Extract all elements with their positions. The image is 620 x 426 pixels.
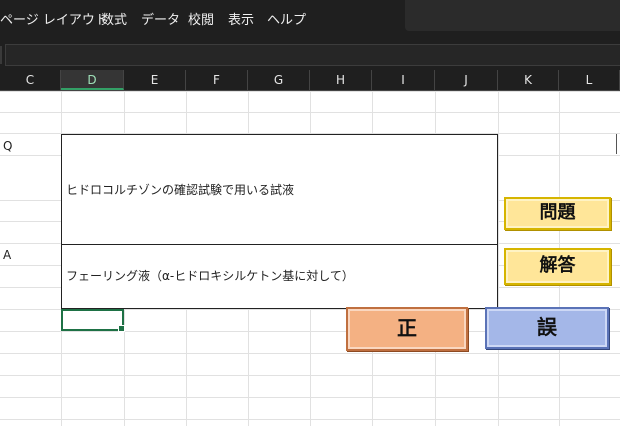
menu-formulas[interactable]: 数式 xyxy=(101,13,127,29)
cell-c-q-label: Q xyxy=(3,139,13,153)
column-header-l[interactable]: L xyxy=(559,70,620,90)
column-header-c[interactable]: C xyxy=(0,70,61,90)
question-text: ヒドロコルチゾンの確認試験で用いる試液 xyxy=(66,183,295,197)
column-header-g[interactable]: G xyxy=(248,70,310,90)
answer-text: フェーリング液（α-ヒドロキシルケトン基に対して） xyxy=(66,269,354,283)
column-header-i[interactable]: I xyxy=(372,70,435,90)
question-button[interactable]: 問題 xyxy=(504,197,611,230)
menu-page-layout[interactable]: ページ レイアウト xyxy=(0,13,108,29)
correct-button[interactable]: 正 xyxy=(346,307,468,351)
column-header-d[interactable]: D xyxy=(61,70,124,90)
column-header-e[interactable]: E xyxy=(124,70,186,90)
cell-c-a-label: A xyxy=(3,248,12,262)
column-header-f[interactable]: F xyxy=(186,70,248,90)
menu-view[interactable]: 表示 xyxy=(228,13,254,29)
menu-review[interactable]: 校閲 xyxy=(188,13,214,29)
column-header-h[interactable]: H xyxy=(310,70,372,90)
card-divider xyxy=(62,244,497,245)
formula-bar-handle xyxy=(0,46,2,64)
column-headers: C D E F G H I J K L xyxy=(0,70,620,91)
flashcard-box: ヒドロコルチゾンの確認試験で用いる試液 フェーリング液（α-ヒドロキシルケトン基… xyxy=(61,134,498,309)
wrong-button[interactable]: 誤 xyxy=(485,307,609,349)
fill-handle[interactable] xyxy=(118,325,125,332)
menu-help[interactable]: ヘルプ xyxy=(267,13,306,29)
ribbon-menu-bar: ページ レイアウト 数式 データ 校閲 表示 ヘルプ xyxy=(0,0,620,40)
answer-button[interactable]: 解答 xyxy=(504,248,611,285)
formula-bar xyxy=(0,40,620,70)
column-header-j[interactable]: J xyxy=(435,70,498,90)
title-search-box[interactable] xyxy=(405,0,620,31)
selected-cell[interactable] xyxy=(61,309,125,332)
formula-input[interactable] xyxy=(5,44,620,66)
column-header-k[interactable]: K xyxy=(498,70,559,90)
menu-data[interactable]: データ xyxy=(141,13,180,29)
cell-border-fragment xyxy=(616,134,620,154)
